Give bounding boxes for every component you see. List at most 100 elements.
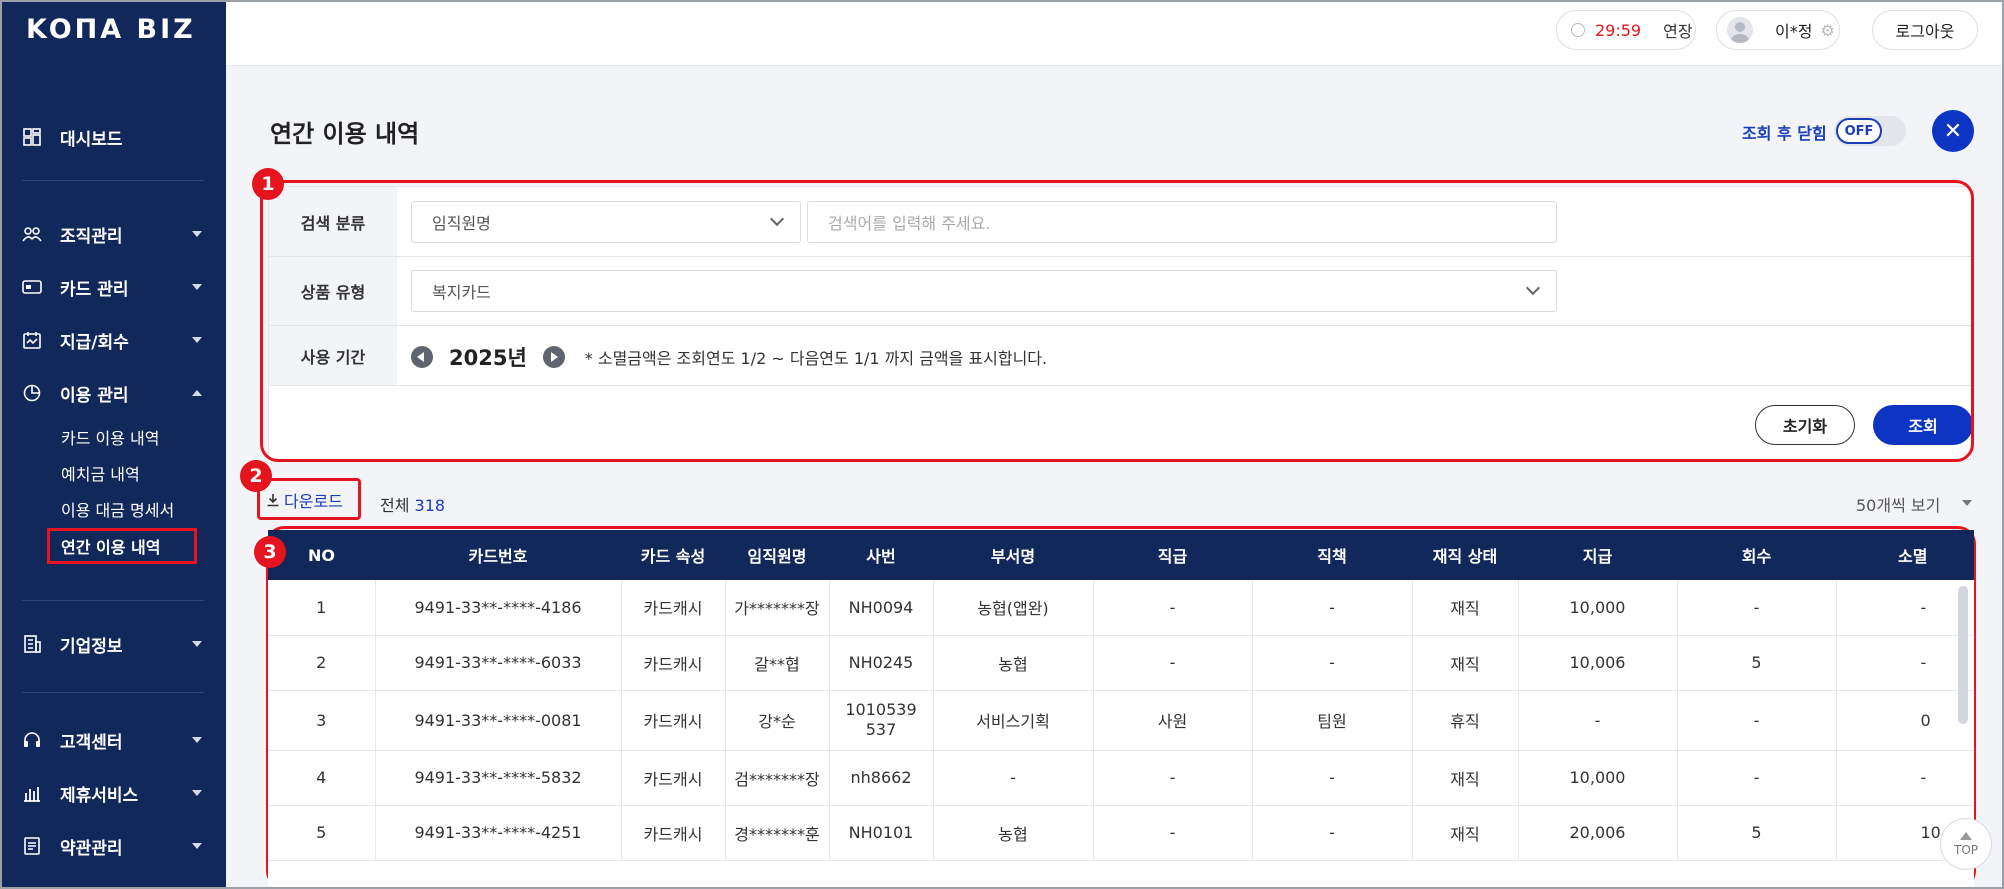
- table-cell: 5: [1677, 805, 1837, 861]
- table-cell: 카드캐시: [621, 580, 726, 636]
- table-cell: -: [1252, 635, 1413, 691]
- per-page-select[interactable]: 50개씩 보기: [1856, 492, 1940, 516]
- table-cell: 강*순: [725, 690, 830, 751]
- sidebar-item-dashboard[interactable]: 대시보드: [0, 117, 226, 157]
- table-cell: -: [1518, 690, 1678, 751]
- annotation-number-1: 1: [252, 168, 284, 200]
- col-header: 카드 속성: [621, 530, 725, 580]
- sidebar-item-org[interactable]: 조직관리: [0, 214, 226, 254]
- sidebar-item-label: 카드 관리: [60, 279, 129, 300]
- col-header: 사번: [829, 530, 933, 580]
- table-cell: 농협(앱완): [933, 580, 1094, 636]
- sidebar-item-label: 고객센터: [60, 732, 123, 753]
- table-cell: 사원: [1093, 690, 1253, 751]
- col-header: 부서명: [933, 530, 1093, 580]
- chevron-down-icon: [192, 843, 202, 849]
- sidebar-item-terms[interactable]: 약관관리: [0, 826, 226, 866]
- table-cell: -: [1252, 805, 1413, 861]
- sidebar-item-company[interactable]: 기업정보: [0, 624, 226, 664]
- table-cell: -: [1252, 750, 1413, 806]
- table-cell: 0: [1836, 690, 1974, 751]
- close-button[interactable]: ✕: [1932, 110, 1974, 152]
- pie-icon: [22, 383, 42, 403]
- table-scrollbar[interactable]: [1958, 586, 1968, 724]
- card-icon: [22, 277, 42, 297]
- table-row[interactable]: 4 9491-33**-****-5832 카드캐시 검*******장 nh8662-…: [268, 750, 1974, 806]
- table-cell: 재직: [1412, 805, 1519, 861]
- gear-icon[interactable]: ⚙: [1820, 21, 1834, 40]
- table-row[interactable]: 3 9491-33**-****-0081 카드캐시 강*순 1010539 537 서비…: [268, 690, 1974, 751]
- timer-value: 29:59: [1595, 20, 1642, 40]
- table-cell: NH0101: [829, 805, 934, 861]
- scroll-top-button[interactable]: TOP: [1940, 818, 1992, 870]
- extend-button[interactable]: 연장: [1663, 18, 1692, 42]
- table-cell: -: [1093, 805, 1253, 861]
- table-cell: 재직: [1412, 750, 1519, 806]
- avatar: [1727, 17, 1753, 43]
- sidebar-item-label: 이용 관리: [60, 385, 129, 406]
- table-cell: 카드캐시: [621, 690, 726, 751]
- table-cell: -: [1836, 580, 1974, 636]
- sidebar-subitem-deposit[interactable]: 예치금 내역: [61, 458, 140, 488]
- clock-icon: [1571, 23, 1585, 37]
- close-after-toggle[interactable]: OFF: [1834, 116, 1906, 146]
- sidebar-item-usage[interactable]: 이용 관리: [0, 373, 226, 413]
- total-count: 전체 318: [380, 492, 445, 516]
- col-header: 소멸: [1836, 530, 1974, 580]
- sidebar-item-partner[interactable]: 제휴서비스: [0, 773, 226, 813]
- annotation-number-2: 2: [240, 460, 272, 492]
- table-cell: 카드캐시: [621, 750, 726, 806]
- table-cell: 갈**협: [725, 635, 830, 691]
- chevron-down-icon: [192, 284, 202, 290]
- table-cell: 9491-33**-****-0081: [375, 690, 622, 751]
- sidebar-divider: [22, 600, 204, 601]
- col-header: 임직원명: [725, 530, 829, 580]
- total-label: 전체: [380, 496, 410, 515]
- table-row[interactable]: 5 9491-33**-****-4251 카드캐시 경*******훈 NH0101 농…: [268, 805, 1974, 861]
- org-icon: [22, 224, 42, 244]
- table-cell: 9491-33**-****-6033: [375, 635, 622, 691]
- user-menu[interactable]: 이*정 ⚙: [1716, 10, 1840, 50]
- table-cell: -: [1093, 750, 1253, 806]
- brand-logo[interactable]: KOΠA BIZ: [26, 14, 196, 45]
- table-cell: -: [1836, 750, 1974, 806]
- table-row[interactable]: 1 9491-33**-****-4186 카드캐시 가*******장 NH0094 농…: [268, 580, 1974, 636]
- table-cell: 4: [268, 750, 376, 806]
- table-cell: 재직: [1412, 635, 1519, 691]
- usage-table: NO 카드번호 카드 속성 임직원명 사번 부서명 직급 직책 재직 상태 지급…: [268, 530, 1974, 889]
- sidebar-item-card[interactable]: 카드 관리: [0, 267, 226, 307]
- chevron-down-icon: [1962, 500, 1972, 506]
- table-cell: 가*******장: [725, 580, 830, 636]
- sidebar-item-support[interactable]: 고객센터: [0, 720, 226, 760]
- close-after-label: 조회 후 닫힘: [1742, 124, 1827, 143]
- annotation-number-3: 3: [254, 536, 286, 568]
- download-label: 다운로드: [284, 492, 343, 511]
- table-cell: 3: [268, 690, 376, 751]
- sidebar-subitem-card-usage[interactable]: 카드 이용 내역: [61, 422, 160, 452]
- sidebar-item-label: 약관관리: [60, 838, 123, 859]
- sidebar-item-payment[interactable]: 지급/회수: [0, 320, 226, 360]
- col-header: 직급: [1093, 530, 1252, 580]
- chevron-down-icon: [192, 737, 202, 743]
- data-table: NO 카드번호 카드 속성 임직원명 사번 부서명 직급 직책 재직 상태 지급…: [268, 530, 1974, 861]
- top-header: 29:59 연장 이*정 ⚙ 로그아웃: [226, 0, 2004, 66]
- annotation-box-1: [260, 180, 1974, 462]
- table-cell: 카드캐시: [621, 805, 726, 861]
- sidebar-item-label: 기업정보: [60, 636, 123, 657]
- table-cell: 20,006: [1518, 805, 1678, 861]
- download-button[interactable]: 다운로드: [266, 488, 343, 512]
- table-cell: 9491-33**-****-4186: [375, 580, 622, 636]
- col-header: 회수: [1677, 530, 1836, 580]
- table-cell: 5: [268, 805, 376, 861]
- logout-button[interactable]: 로그아웃: [1872, 10, 1978, 50]
- chevron-down-icon: [192, 641, 202, 647]
- sidebar-item-label: 제휴서비스: [60, 785, 139, 806]
- document-icon: [22, 836, 42, 856]
- partner-icon: [22, 783, 42, 803]
- table-row[interactable]: 2 9491-33**-****-6033 카드캐시 갈**협 NH0245 농협 - - 재직…: [268, 635, 1974, 691]
- table-cell: NH0094: [829, 580, 934, 636]
- table-cell: 1010539 537: [829, 690, 934, 751]
- sidebar-subitem-statement[interactable]: 이용 대금 명세서: [61, 494, 174, 524]
- sidebar-item-label: 조직관리: [60, 226, 123, 247]
- table-cell: -: [1252, 580, 1413, 636]
